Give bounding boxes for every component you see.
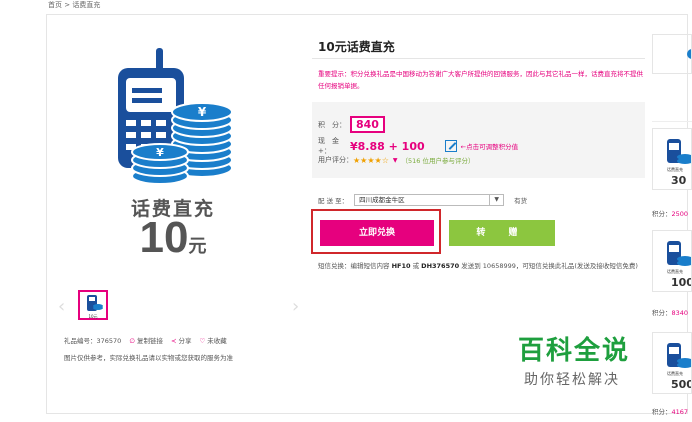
sms-or: 或 [412, 262, 420, 270]
side-amount: 500 [671, 378, 692, 391]
side-divider [652, 121, 692, 122]
product-thumbnail[interactable]: 10元 [78, 290, 108, 320]
side-points-30: 积分：2500 [652, 210, 689, 218]
rating-stars-icon: ★★★★☆ [353, 155, 389, 165]
side-caption: 话费直充 [667, 167, 683, 172]
side-points-500: 积分：4167 [652, 408, 689, 416]
gift-meta: 礼品编号：376570 ∅ 复制链接 ≺ 分享 ♡ 未收藏 [64, 335, 227, 345]
cash-label: 现 金+： [318, 137, 339, 155]
thumbnail-caption: 10元 [88, 314, 98, 319]
gift-id: 礼品编号：376570 [64, 337, 122, 345]
points-label: 积 分： [318, 120, 346, 129]
sms-text-2: 发送到 10658999，可短信兑换此礼品(发送及接收短信免费) [461, 262, 638, 270]
gift-button[interactable]: 转 赠 [449, 220, 555, 246]
cash-value: ¥8.88 + 100 [350, 139, 425, 153]
favorite-button[interactable]: ♡ 未收藏 [199, 335, 226, 345]
side-product-100[interactable]: 话费直充 100 [652, 230, 692, 292]
banner-logo-icon [687, 49, 691, 59]
side-banner[interactable] [652, 34, 692, 74]
thumbnail-phone-icon [87, 295, 103, 311]
watermark-subtitle: 助你轻松解决 [524, 372, 620, 388]
cash-row: 现 金+： ¥8.88 + 100 ←点击可调整积分值 [318, 136, 518, 156]
side-amount: 30 [671, 174, 687, 187]
rating-label: 用户评分： [318, 156, 353, 164]
watermark: 百科全说 助你轻松解决 [518, 330, 643, 389]
side-caption: 话费直充 [667, 269, 683, 274]
points-row: 积 分： 840 [318, 116, 385, 133]
image-note: 图片仅供参考，实际兑换礼品请以实物或您获取的服务为准 [64, 354, 233, 362]
hero-amount-unit: 元 [188, 236, 207, 257]
sms-instructions: 短信兑换：编辑短信内容 HF10 或 DH376570 发送到 10658999… [318, 260, 650, 272]
important-tip: 重要提示：积分兑换礼品是中国移动为答谢广大客户所提供的回馈服务，因此与其它礼品一… [318, 70, 643, 90]
share-icon: ≺ [171, 337, 177, 345]
side-phone-icon [667, 139, 691, 164]
rating-count[interactable]: （516 位用户参与评分） [401, 155, 474, 165]
copy-link-button[interactable]: ∅ 复制链接 [129, 335, 163, 345]
rating-dropdown-icon[interactable]: ▼ [393, 157, 398, 164]
product-title: 10元话费直充 [318, 40, 395, 54]
breadcrumb[interactable]: 首页 > 话费直充 [48, 0, 100, 10]
share-button[interactable]: ≺ 分享 [171, 335, 191, 345]
sms-text-1: 短信兑换：编辑短信内容 [318, 262, 390, 270]
heart-icon: ♡ [199, 337, 206, 345]
sms-code-1: HF10 [391, 262, 411, 270]
side-phone-icon [667, 343, 691, 368]
chevron-down-icon[interactable]: ▼ [490, 194, 505, 206]
side-product-30[interactable]: 话费直充 30 [652, 128, 692, 190]
phone-coins-icon: ¥ ¥ [118, 48, 233, 185]
points-value[interactable]: 840 [350, 116, 385, 133]
redeem-button[interactable]: 立即兑换 [320, 220, 434, 246]
next-arrow-icon[interactable]: › [292, 296, 299, 317]
hero-amount-number: 10 [139, 213, 189, 262]
prev-arrow-icon[interactable]: ‹ [58, 296, 65, 317]
svg-text:¥: ¥ [156, 146, 164, 159]
edit-icon[interactable] [444, 140, 457, 152]
svg-text:¥: ¥ [198, 105, 207, 119]
side-points-100: 积分：8340 [652, 309, 689, 317]
side-amount: 100 [671, 276, 692, 289]
stock-status: 有货 [514, 197, 528, 205]
title-divider [312, 58, 645, 59]
region-select[interactable]: 四川成都金牛区 [354, 194, 491, 206]
hero-amount: 10元 [108, 213, 238, 263]
ship-label: 配 送 至： [318, 197, 349, 205]
shipping-row: 配 送 至： 四川成都金牛区 ▼ 有货 [318, 194, 527, 206]
side-product-500[interactable]: 话费直充 500 [652, 332, 692, 394]
side-phone-icon [667, 241, 691, 266]
adjust-points-link[interactable]: ←点击可调整积分值 [461, 141, 518, 151]
sms-code-2: DH376570 [421, 262, 460, 270]
rating-row: 用户评分： ★★★★☆ ▼ （516 位用户参与评分） [318, 155, 474, 166]
side-caption: 话费直充 [667, 371, 683, 376]
watermark-title: 百科全说 [518, 336, 631, 366]
link-icon: ∅ [129, 337, 135, 345]
